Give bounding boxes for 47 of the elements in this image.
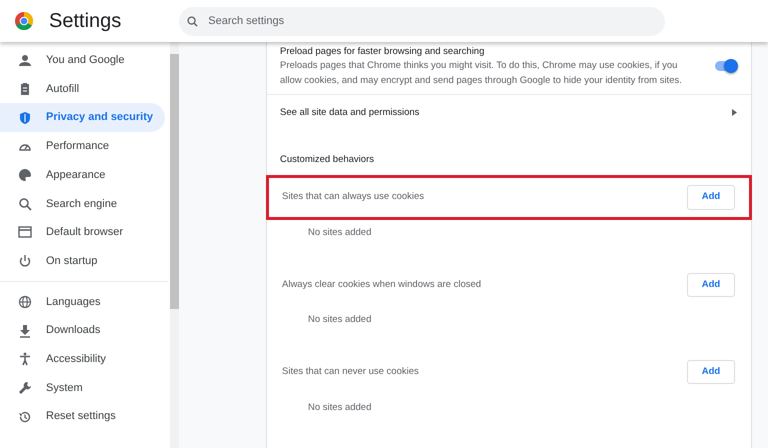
setting-description: Preloads pages that Chrome thinks you might visit. To do this, Chrome may use cookies, if you allow cookies, and may encrypt and send pages through Google to hide your identity from sites. bbox=[280, 59, 683, 88]
chevron-right-icon bbox=[732, 109, 737, 116]
setting-label: Sites that can never use cookies bbox=[282, 364, 419, 379]
person-icon bbox=[18, 53, 32, 68]
sidebar-item[interactable]: System bbox=[0, 374, 165, 402]
setting-label: Sites that can always use cookies bbox=[282, 190, 424, 204]
search-input: Search settings bbox=[206, 12, 658, 30]
sidebar-item[interactable]: Languages bbox=[0, 288, 165, 316]
browser-logo bbox=[15, 12, 33, 30]
sidebar-item[interactable]: Downloads bbox=[0, 316, 165, 345]
add-button[interactable]: Add bbox=[687, 272, 735, 297]
shield-icon bbox=[18, 110, 32, 125]
empty-message: No sites added bbox=[307, 400, 372, 414]
add-button[interactable]: Add bbox=[687, 360, 735, 384]
browser-window-icon bbox=[18, 225, 32, 240]
wrench-icon bbox=[18, 380, 32, 395]
sidebar-item[interactable]: Default browser bbox=[0, 218, 165, 247]
link-label: See all site data and permissions bbox=[280, 106, 420, 120]
search-icon bbox=[187, 16, 198, 26]
page-title: Settings bbox=[49, 9, 122, 34]
sidebar-item[interactable]: Autofill bbox=[0, 74, 165, 104]
toggle-switch[interactable] bbox=[715, 61, 737, 72]
sidebar-item[interactable]: Accessibility bbox=[0, 344, 165, 374]
download-icon bbox=[18, 324, 32, 338]
sidebar-item[interactable]: Privacy and security bbox=[0, 103, 165, 132]
sidebar-item[interactable]: Appearance bbox=[0, 160, 165, 190]
search-icon bbox=[18, 196, 32, 211]
settings-link-row[interactable]: See all site data and permissions bbox=[267, 94, 751, 131]
setting-title: Preload pages for faster browsing and searching bbox=[280, 45, 486, 59]
add-button[interactable]: Add bbox=[687, 185, 735, 210]
history-icon bbox=[18, 410, 32, 424]
empty-message: No sites added bbox=[307, 226, 372, 240]
section-heading: Customized behaviors bbox=[279, 152, 375, 167]
palette-icon bbox=[18, 168, 32, 182]
sidebar-item[interactable]: Reset settings bbox=[0, 402, 165, 431]
sidebar-item[interactable]: You and Google bbox=[0, 46, 165, 75]
power-icon bbox=[18, 254, 32, 268]
empty-message: No sites added bbox=[307, 313, 372, 328]
sidebar-item[interactable]: On startup bbox=[0, 246, 165, 276]
scrollbar[interactable] bbox=[170, 42, 179, 448]
sidebar-item[interactable]: Performance bbox=[0, 132, 165, 161]
globe-icon bbox=[18, 294, 32, 309]
sidebar-item[interactable]: Search engine bbox=[0, 189, 165, 218]
setting-label: Always clear cookies when windows are closed bbox=[282, 278, 482, 292]
search-field[interactable]: Search settings bbox=[179, 6, 666, 36]
accessibility-icon bbox=[18, 352, 32, 366]
clipboard-icon bbox=[18, 82, 32, 96]
